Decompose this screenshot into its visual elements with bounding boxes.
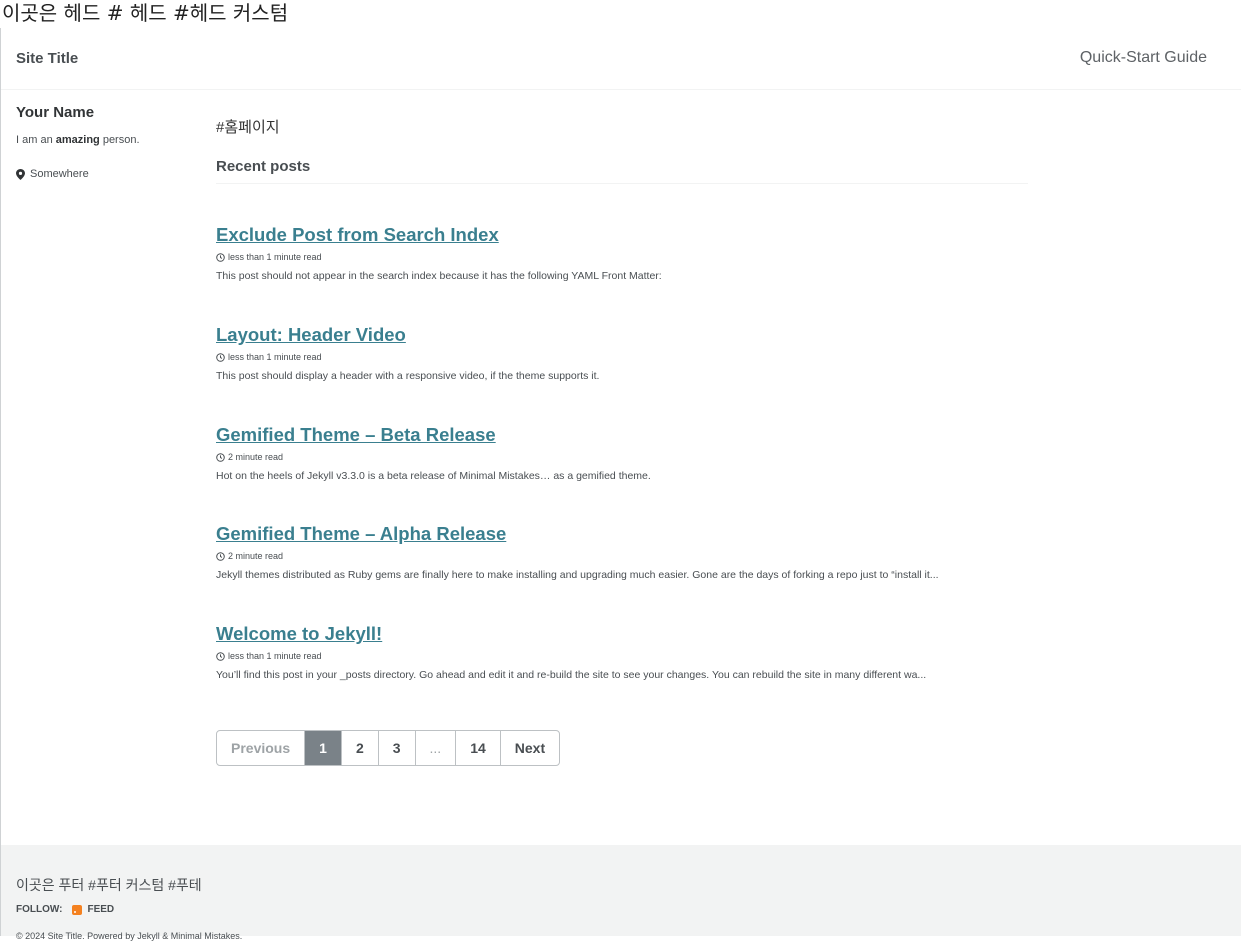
author-bio-prefix: I am an: [16, 134, 56, 146]
author-location: Somewhere: [16, 168, 196, 180]
post-meta: less than 1 minute read: [216, 651, 1028, 661]
head-custom-text: 이곳은 헤드 # 헤드 #헤드 커스텀: [2, 1, 289, 25]
author-bio-bold: amazing: [55, 134, 100, 146]
pagination-page-14[interactable]: 14: [455, 731, 500, 765]
pagination-ellipsis: ...: [414, 731, 456, 765]
post-item: Layout: Header Video less than 1 minute …: [216, 324, 1028, 382]
post-title-link[interactable]: Layout: Header Video: [216, 324, 406, 345]
clock-icon: [216, 452, 225, 462]
clock-icon: [216, 551, 225, 561]
author-bio-suffix: person.: [99, 134, 140, 146]
clock-icon: [216, 651, 225, 661]
nav-link-quick-start[interactable]: Quick-Start Guide: [1080, 49, 1207, 67]
post-excerpt: This post should not appear in the searc…: [216, 270, 662, 282]
post-read-time: 2 minute read: [228, 452, 284, 462]
page-intro-text: #홈페이지: [216, 119, 280, 136]
footer-copyright: © 2024 Site Title. Powered by Jekyll & M…: [16, 931, 243, 941]
author-location-label: Somewhere: [30, 168, 89, 180]
post-read-time: less than 1 minute read: [228, 651, 322, 661]
post-meta: less than 1 minute read: [216, 352, 1028, 362]
post-item: Exclude Post from Search Index less than…: [216, 224, 1028, 282]
masthead: Site Title Quick-Start Guide: [1, 28, 1241, 90]
post-title-link[interactable]: Exclude Post from Search Index: [216, 224, 499, 245]
pagination: Previous 1 2 3 ... 14 Next: [216, 730, 561, 766]
post-title-link[interactable]: Welcome to Jekyll!: [216, 623, 382, 644]
post-item: Gemified Theme – Alpha Release 2 minute …: [216, 523, 1028, 581]
post-meta: 2 minute read: [216, 452, 1028, 462]
feed-link[interactable]: FEED: [72, 904, 114, 915]
page-footer: 이곳은 푸터 #푸터 커스텀 #푸테 FOLLOW: FEED © 2024 S…: [1, 845, 1241, 941]
post-meta: less than 1 minute read: [216, 252, 1028, 262]
site-title-link[interactable]: Site Title: [16, 50, 78, 67]
author-name: Your Name: [16, 104, 95, 121]
author-bio: I am an amazing person.: [16, 134, 196, 146]
map-marker-icon: [16, 168, 25, 180]
pagination-page-2[interactable]: 2: [340, 731, 378, 765]
clock-icon: [216, 252, 225, 262]
rss-icon: [72, 904, 83, 915]
main-content: #홈페이지 Recent posts Exclude Post from Sea…: [216, 116, 1028, 681]
post-item: Welcome to Jekyll! less than 1 minute re…: [216, 623, 1028, 681]
footer-custom-text: 이곳은 푸터 #푸터 커스텀 #푸테: [16, 877, 202, 893]
page-left-border: [0, 28, 1, 936]
post-item: Gemified Theme – Beta Release 2 minute r…: [216, 424, 1028, 482]
post-meta: 2 minute read: [216, 551, 1028, 561]
pagination-page-1[interactable]: 1: [304, 731, 341, 765]
post-title-link[interactable]: Gemified Theme – Beta Release: [216, 424, 496, 445]
post-read-time: less than 1 minute read: [228, 252, 322, 262]
post-excerpt: Hot on the heels of Jekyll v3.3.0 is a b…: [216, 470, 651, 482]
clock-icon: [216, 352, 225, 362]
post-excerpt: This post should display a header with a…: [216, 370, 600, 382]
footer-follow: FOLLOW: FEED: [16, 904, 114, 915]
post-read-time: less than 1 minute read: [228, 352, 322, 362]
post-title-link[interactable]: Gemified Theme – Alpha Release: [216, 523, 506, 544]
author-sidebar: Your Name I am an amazing person. Somewh…: [16, 104, 196, 180]
follow-label: FOLLOW:: [16, 904, 63, 915]
pagination-page-3[interactable]: 3: [377, 731, 415, 765]
post-read-time: 2 minute read: [228, 551, 284, 561]
feed-label: FEED: [87, 904, 115, 915]
post-excerpt: You’ll find this post in your _posts dir…: [216, 669, 927, 681]
pagination-next[interactable]: Next: [499, 731, 559, 765]
recent-posts-heading: Recent posts: [216, 158, 1028, 184]
pagination-previous: Previous: [231, 740, 291, 756]
post-excerpt: Jekyll themes distributed as Ruby gems a…: [216, 569, 939, 581]
